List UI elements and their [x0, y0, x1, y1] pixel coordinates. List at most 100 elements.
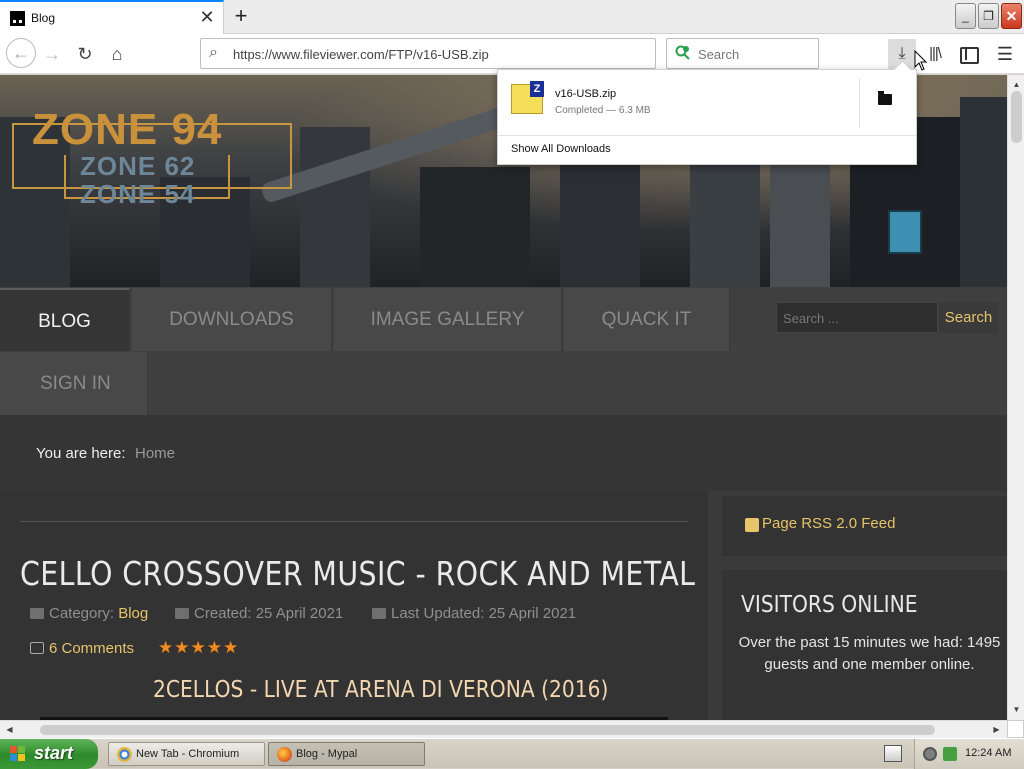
- main-menu: BLOG DOWNLOADS IMAGE GALLERY QUACK IT SI…: [0, 287, 1007, 415]
- taskbar-item-label: New Tab - Chromium: [136, 748, 240, 760]
- reload-icon[interactable]: ↻: [71, 40, 99, 68]
- url-text[interactable]: https://www.fileviewer.com/FTP/v16-USB.z…: [233, 47, 489, 62]
- category-link[interactable]: Blog: [118, 605, 148, 622]
- new-tab-button[interactable]: +: [229, 3, 253, 29]
- site-favicon-icon: [10, 11, 25, 26]
- breadcrumb-label: You are here:: [36, 445, 126, 462]
- url-bar[interactable]: ⌕ https://www.fileviewer.com/FTP/v16-USB…: [200, 38, 656, 69]
- scroll-down-icon[interactable]: ▼: [1009, 702, 1024, 717]
- calendar-icon: [175, 608, 189, 619]
- breadcrumb: You are here: Home: [0, 415, 1007, 491]
- windows-logo-icon: [10, 746, 27, 762]
- site-logo[interactable]: ZONE 94: [32, 105, 222, 155]
- taskbar: start New Tab - Chromium Blog - Mypal 12…: [0, 738, 1024, 769]
- article-created: Created: 25 April 2021: [175, 605, 343, 622]
- calendar-icon: [372, 608, 386, 619]
- created-date: Created: 25 April 2021: [194, 605, 344, 622]
- minimize-button[interactable]: _: [955, 3, 976, 29]
- horizontal-scrollbar[interactable]: ◀ ▶: [0, 720, 1007, 738]
- logo-subtitle: ZONE 62: [80, 151, 196, 181]
- visitors-module: VISITORS ONLINE Over the past 15 minutes…: [722, 570, 1007, 720]
- article-updated: Last Updated: 25 April 2021: [372, 605, 576, 622]
- search-placeholder: Search: [698, 47, 740, 62]
- divider: [20, 521, 688, 522]
- download-item[interactable]: v16-USB.zip Completed — 6.3 MB: [498, 70, 916, 136]
- mypal-icon: [277, 747, 292, 762]
- download-filename: v16-USB.zip: [555, 88, 617, 100]
- menu-item-blog[interactable]: BLOG: [0, 288, 130, 351]
- updated-date: Last Updated: 25 April 2021: [391, 605, 577, 622]
- category-label: Category:: [49, 605, 115, 622]
- taskbar-item-label: Blog - Mypal: [296, 748, 358, 760]
- scroll-left-icon[interactable]: ◀: [2, 722, 17, 737]
- rss-feed-link[interactable]: Page RSS 2.0 Feed: [762, 515, 895, 532]
- menu-item-sign-in[interactable]: SIGN IN: [0, 352, 148, 415]
- network-icon[interactable]: [943, 747, 957, 761]
- comments-count[interactable]: 6 Comments: [49, 640, 134, 657]
- column-gap: [708, 491, 722, 720]
- nav-toolbar: ← → ↻ ⌂ ⌕ https://www.fileviewer.com/FTP…: [0, 34, 1024, 74]
- star-rating[interactable]: ★★★★★: [158, 638, 239, 658]
- site-search-input[interactable]: Search ...: [776, 302, 938, 333]
- scroll-thumb[interactable]: [40, 725, 935, 735]
- comments-link[interactable]: 6 Comments: [30, 640, 134, 657]
- scrollbar-corner: [1007, 720, 1024, 738]
- menu-item-downloads[interactable]: DOWNLOADS: [132, 288, 332, 351]
- tab-strip: Blog ✕ + _ ❐ ✕: [0, 0, 1024, 34]
- logo-subtitle: ZONE 54: [80, 179, 196, 209]
- visitors-text: Over the past 15 minutes we had: 1495 gu…: [738, 634, 1001, 673]
- vertical-scrollbar[interactable]: ▲ ▼: [1007, 75, 1024, 720]
- restore-button[interactable]: ❐: [978, 3, 999, 29]
- chromium-icon: [117, 747, 132, 762]
- home-icon[interactable]: ⌂: [103, 40, 131, 68]
- tab-blog[interactable]: Blog ✕: [0, 0, 224, 34]
- comment-icon: [30, 642, 44, 654]
- scroll-thumb[interactable]: [1011, 91, 1022, 143]
- forward-arrow-icon[interactable]: →: [38, 40, 66, 68]
- page-viewport: ZONE 94 ZONE 62 ZONE 54 BLOG DOWNLOADS I…: [0, 75, 1007, 720]
- hamburger-menu-icon[interactable]: ☰: [992, 39, 1018, 69]
- rss-icon: [745, 518, 759, 532]
- article-subtitle: 2CELLOS - LIVE AT ARENA DI VERONA (2016): [153, 677, 609, 703]
- start-button[interactable]: start: [0, 739, 98, 769]
- taskbar-item-chromium[interactable]: New Tab - Chromium: [108, 742, 265, 766]
- start-label: start: [34, 743, 74, 763]
- site-search-placeholder: Search ...: [783, 311, 839, 326]
- tab-title: Blog: [31, 11, 56, 25]
- banner-screen: [888, 210, 922, 254]
- banner-building: [300, 127, 370, 287]
- downloads-panel: v16-USB.zip Completed — 6.3 MB Show All …: [497, 69, 917, 165]
- keyboard-icon[interactable]: [884, 745, 902, 762]
- rss-module: Page RSS 2.0 Feed: [722, 496, 1007, 556]
- article: CELLO CROSSOVER MUSIC - ROCK AND METAL C…: [0, 491, 708, 720]
- site-search-button[interactable]: Search: [939, 302, 998, 333]
- taskbar-item-mypal[interactable]: Blog - Mypal: [268, 742, 425, 766]
- clock: 12:24 AM: [965, 747, 1012, 759]
- breadcrumb-home-link[interactable]: Home: [135, 445, 175, 462]
- article-title[interactable]: CELLO CROSSOVER MUSIC - ROCK AND METAL: [20, 554, 695, 593]
- sidebar-icon[interactable]: [956, 39, 982, 69]
- volume-icon[interactable]: [923, 747, 937, 761]
- folder-icon: [30, 608, 44, 619]
- system-tray: 12:24 AM: [914, 739, 1024, 769]
- back-arrow-icon[interactable]: ←: [6, 38, 36, 68]
- divider: [859, 78, 860, 128]
- banner-building: [960, 97, 1007, 287]
- scroll-up-icon[interactable]: ▲: [1009, 77, 1024, 92]
- article-category: Category: Blog: [30, 605, 148, 622]
- search-icon: ⌕: [209, 44, 218, 61]
- show-all-downloads-button[interactable]: Show All Downloads: [511, 143, 611, 155]
- visitors-title: VISITORS ONLINE: [741, 592, 918, 618]
- window-close-button[interactable]: ✕: [1001, 3, 1022, 29]
- search-engine-icon: [675, 45, 690, 60]
- menu-item-quack-it[interactable]: QUACK IT: [564, 288, 730, 351]
- banner-building: [690, 147, 760, 287]
- close-icon[interactable]: ✕: [198, 7, 216, 27]
- download-status: Completed — 6.3 MB: [555, 105, 651, 116]
- zip-file-icon: [511, 81, 544, 114]
- menu-item-image-gallery[interactable]: IMAGE GALLERY: [334, 288, 562, 351]
- open-folder-icon[interactable]: [878, 91, 892, 105]
- scroll-right-icon[interactable]: ▶: [989, 722, 1004, 737]
- banner-building: [420, 167, 530, 287]
- search-input[interactable]: Search: [666, 38, 819, 69]
